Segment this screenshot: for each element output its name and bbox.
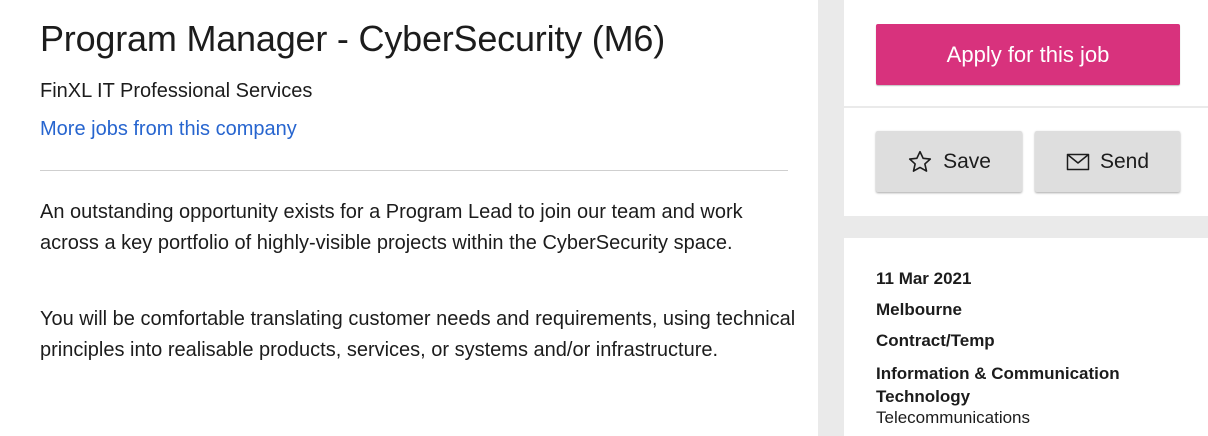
job-classification: Information & Communication Technology: [876, 364, 1120, 406]
more-jobs-link[interactable]: More jobs from this company: [40, 118, 297, 141]
listing-date: 11 Mar 2021: [876, 269, 972, 288]
save-button[interactable]: Save: [876, 131, 1022, 192]
apply-button[interactable]: Apply for this job: [876, 24, 1180, 85]
job-description-paragraph: An outstanding opportunity exists for a …: [40, 201, 743, 254]
divider: [40, 170, 788, 171]
job-main-content: Program Manager - CyberSecurity (M6) Fin…: [0, 0, 818, 436]
job-description-paragraph: You will be comfortable translating cust…: [40, 308, 796, 361]
job-title: Program Manager - CyberSecurity (M6): [40, 18, 665, 59]
work-type: Contract/Temp: [876, 331, 995, 350]
actions-panel: Save Send: [844, 108, 1208, 216]
star-icon: [907, 149, 933, 175]
job-location: Melbourne: [876, 300, 962, 319]
save-label: Save: [943, 149, 991, 173]
job-sub-classification: Telecommunications: [876, 408, 1031, 427]
send-label: Send: [1099, 149, 1150, 173]
job-details-panel: 11 Mar 2021 Melbourne Contract/Temp Info…: [844, 238, 1208, 436]
envelope-icon: [1066, 153, 1090, 171]
send-button[interactable]: Send: [1035, 131, 1180, 192]
apply-panel: Apply for this job: [844, 0, 1208, 106]
company-name: FinXL IT Professional Services: [40, 80, 313, 102]
